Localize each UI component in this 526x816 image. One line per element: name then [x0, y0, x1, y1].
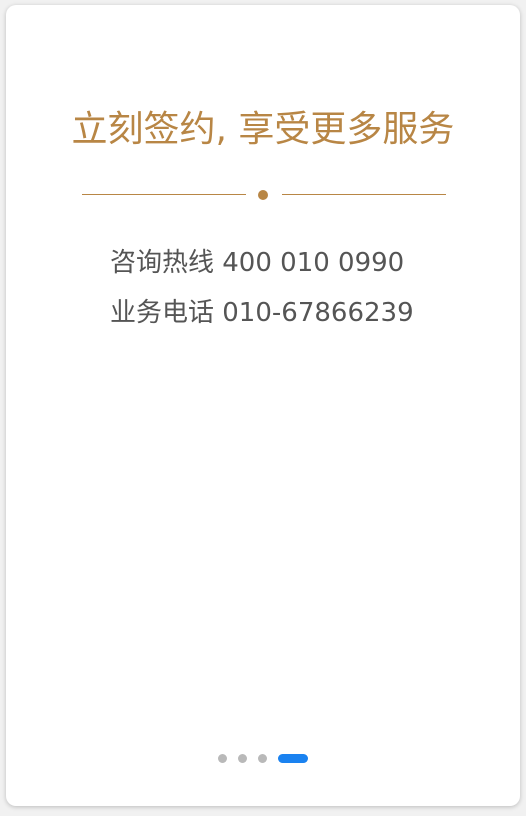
page-dot-2[interactable] — [238, 754, 247, 763]
divider-dot-icon — [258, 190, 268, 200]
page-indicator — [218, 754, 328, 764]
ornamental-divider — [82, 189, 446, 201]
promo-card: 立刻签约, 享受更多服务 咨询热线 400 010 0990 业务电话 010-… — [6, 5, 520, 806]
page-dot-4-active[interactable] — [278, 754, 308, 763]
promo-title: 立刻签约, 享受更多服务 — [71, 109, 455, 150]
divider-line-left — [82, 194, 246, 195]
business-phone-text[interactable]: 业务电话 010-67866239 — [110, 297, 414, 329]
divider-line-right — [282, 194, 446, 195]
hotline-text[interactable]: 咨询热线 400 010 0990 — [110, 247, 404, 279]
page-dot-3[interactable] — [258, 754, 267, 763]
page-dot-1[interactable] — [218, 754, 227, 763]
